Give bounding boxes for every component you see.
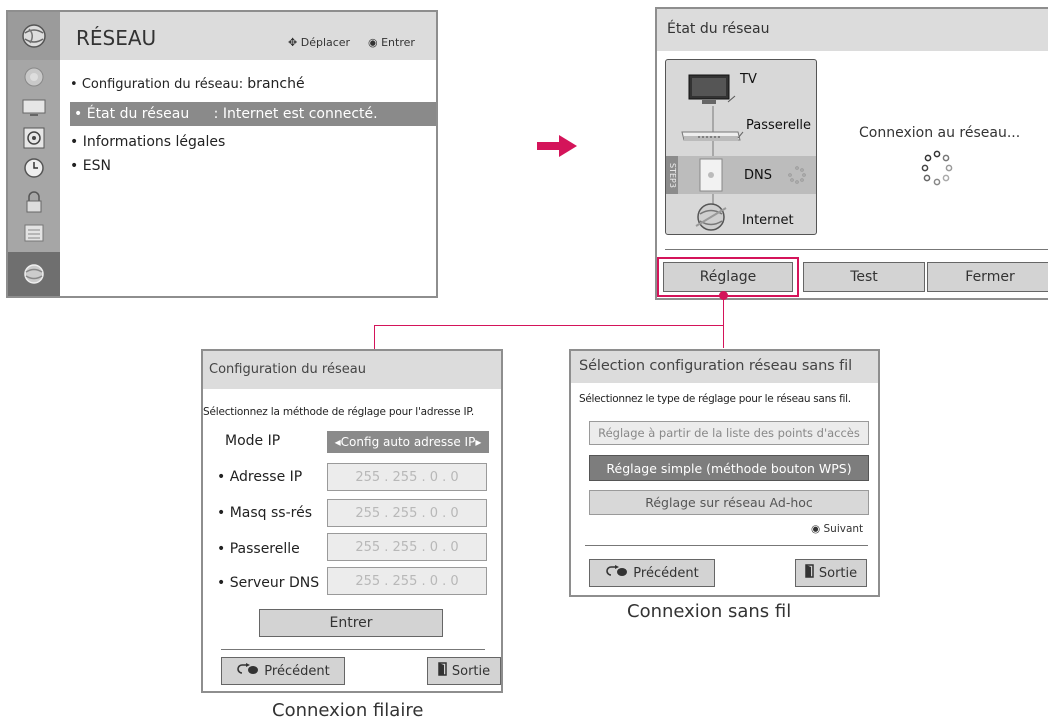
connector-line-vertical [723, 298, 724, 348]
masque-field[interactable]: 255 . 255 . 0 . 0 [327, 499, 487, 527]
sans-fil-panel: Sélection configuration réseau sans fil … [569, 349, 880, 597]
fermer-button[interactable]: Fermer [927, 262, 1048, 292]
caption-wireless: Connexion sans fil [627, 601, 792, 622]
precedent-button-wireless[interactable]: Précédent [589, 559, 715, 587]
arrow-right-icon [537, 135, 577, 161]
caption-wired: Connexion filaire [272, 700, 424, 721]
config-reseau-panel: Configuration du réseau Sélectionnez la … [201, 349, 503, 693]
exit-door-icon [805, 564, 815, 582]
tv-icon [688, 74, 736, 110]
etat-header: État du réseau [657, 9, 1048, 51]
dns-step-row: STEP3 DNS [666, 156, 816, 194]
sortie-button-wired[interactable]: Sortie [427, 657, 501, 685]
menu-item-etat[interactable]: • État du réseau : Internet est connecté… [70, 102, 436, 126]
ok-button-icon: ◉ [811, 523, 821, 535]
serveur-dns-label: • Serveur DNS [217, 575, 320, 591]
connector-line-left [374, 325, 375, 349]
connection-status: Connexion au réseau... [859, 125, 1021, 141]
step-badge: STEP3 [666, 156, 678, 194]
config-separator [221, 649, 485, 651]
connector-line-horizontal [374, 325, 724, 326]
sans-fil-separator [585, 545, 868, 547]
lock-icon[interactable] [21, 190, 47, 214]
option-liste-points-acces[interactable]: Réglage à partir de la liste des points … [589, 421, 869, 445]
dns-label: DNS [744, 168, 772, 183]
masque-label: • Masq ss-rés [217, 505, 312, 521]
etat-title: État du réseau [667, 21, 770, 37]
config-title: Configuration du réseau [209, 362, 366, 377]
sans-fil-header: Sélection configuration réseau sans fil [571, 351, 878, 383]
sans-fil-title: Sélection configuration réseau sans fil [579, 358, 853, 374]
option-icon[interactable] [21, 222, 47, 244]
menu-item-esn[interactable]: • ESN [70, 158, 111, 174]
loading-spinner-icon [919, 149, 955, 193]
network-globe-icon[interactable] [8, 12, 60, 60]
serveur-dns-field[interactable]: 255 . 255 . 0 . 0 [327, 567, 487, 595]
menu-header: RÉSEAU ✥ Déplacer ◉ Entrer [60, 12, 436, 60]
menu-sidebar [8, 12, 60, 296]
dns-loading-icon [788, 166, 806, 188]
move-arrows-icon: ✥ [288, 36, 298, 49]
sans-fil-instruction: Sélectionnez le type de réglage pour le … [579, 393, 851, 405]
gateway-label: Passerelle [746, 118, 812, 133]
adresse-ip-field[interactable]: 255 . 255 . 0 . 0 [327, 463, 487, 491]
gateway-icon [680, 122, 744, 148]
picture-icon[interactable] [21, 66, 47, 88]
mode-ip-label: Mode IP [225, 433, 281, 449]
exit-door-icon [438, 662, 448, 680]
menu-item-legal[interactable]: • Informations légales [70, 134, 225, 150]
test-button[interactable]: Test [803, 262, 925, 292]
precedent-button-wired[interactable]: Précédent [221, 657, 345, 685]
reseau-menu-panel: RÉSEAU ✥ Déplacer ◉ Entrer • Configurati… [6, 10, 438, 298]
mode-ip-selector[interactable]: ◂Config auto adresse IP▸ [327, 431, 489, 453]
passerelle-field[interactable]: 255 . 255 . 0 . 0 [327, 533, 487, 561]
enter-hint: ◉ Entrer [368, 36, 415, 49]
network-diagram: TV Passerelle STEP3 DNS Internet [665, 59, 817, 235]
reglage-button[interactable]: Réglage [663, 262, 793, 292]
etat-separator [665, 249, 1048, 251]
menu-title: RÉSEAU [76, 26, 157, 50]
internet-globe-icon [694, 202, 728, 236]
back-icon [605, 565, 628, 581]
option-ad-hoc[interactable]: Réglage sur réseau Ad-hoc [589, 490, 869, 515]
adresse-ip-label: • Adresse IP [217, 469, 303, 485]
option-wps[interactable]: Réglage simple (méthode bouton WPS) [589, 455, 869, 481]
audio-icon[interactable] [21, 126, 47, 150]
menu-item-config[interactable]: • Configuration du réseau: branché [70, 76, 305, 92]
clock-icon[interactable] [21, 156, 47, 180]
config-header: Configuration du réseau [203, 351, 501, 389]
screen-icon[interactable] [21, 98, 47, 118]
back-icon [236, 663, 259, 679]
suivant-hint: ◉ Suivant [811, 523, 864, 535]
etat-reseau-panel: État du réseau TV Passerelle STEP3 DNS I… [655, 7, 1048, 300]
network-selected-icon[interactable] [8, 252, 60, 296]
move-hint: ✥ Déplacer [288, 36, 351, 49]
dns-server-icon [696, 158, 726, 196]
entrer-button[interactable]: Entrer [259, 609, 443, 637]
enter-button-icon: ◉ [368, 36, 378, 49]
sortie-button-wireless[interactable]: Sortie [795, 559, 867, 587]
config-instruction: Sélectionnez la méthode de réglage pour … [203, 406, 474, 418]
internet-label: Internet [742, 213, 794, 228]
passerelle-label: • Passerelle [217, 541, 300, 557]
tv-label: TV [740, 72, 757, 87]
